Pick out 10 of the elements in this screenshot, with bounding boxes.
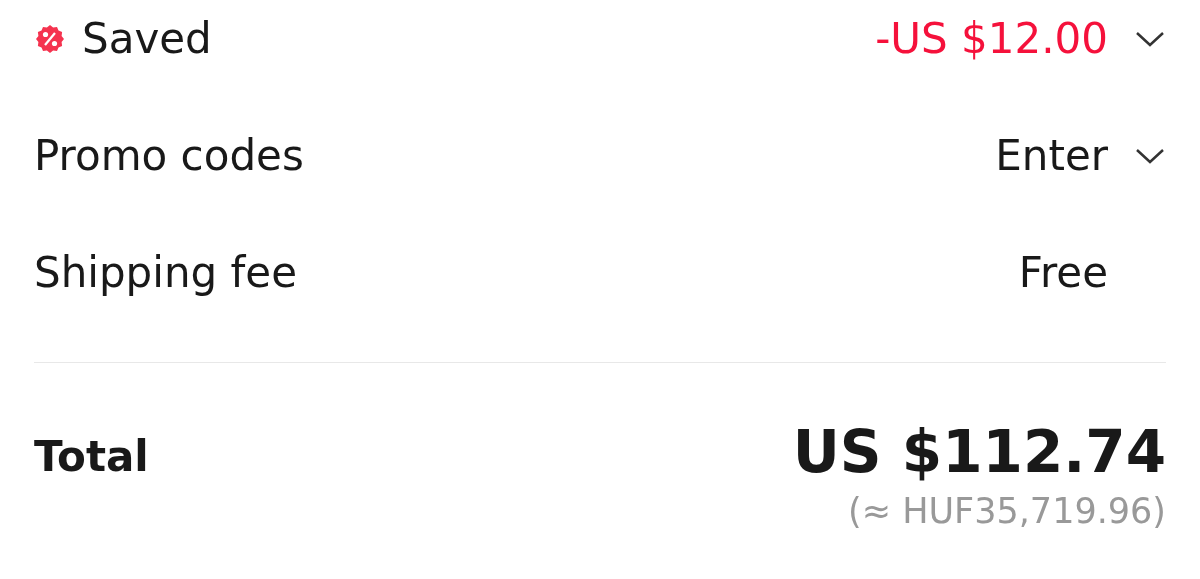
converted-amount: (≈ HUF35,719.96): [848, 489, 1166, 533]
row-value: Enter: [995, 130, 1108, 182]
discount-badge-icon: [34, 22, 66, 55]
row-value: Free: [1018, 247, 1108, 299]
row-label: Saved: [82, 13, 212, 65]
row-value: -US $12.00: [875, 13, 1108, 65]
total-label: Total: [34, 431, 149, 483]
total-amount: US $112.74: [792, 421, 1166, 485]
row-label: Shipping fee: [34, 247, 298, 299]
row-label: Promo codes: [34, 130, 304, 182]
